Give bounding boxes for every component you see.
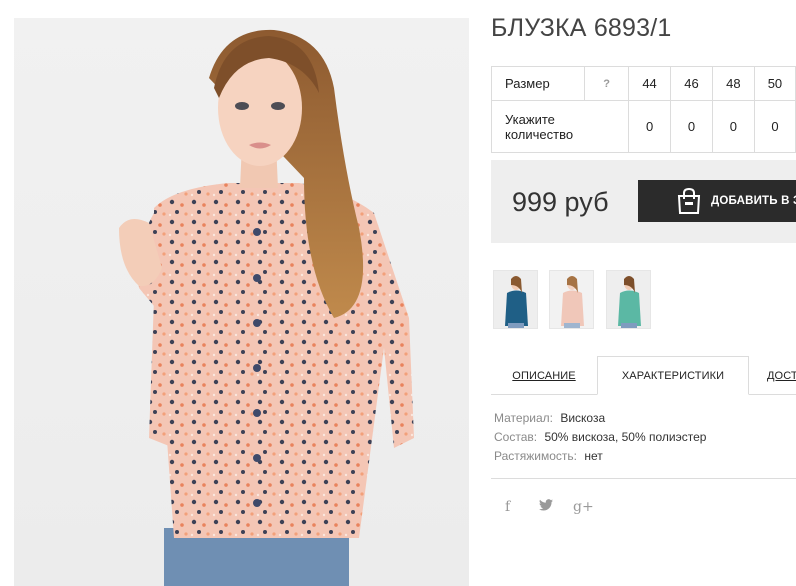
product-title: БЛУЗКА 6893/1 <box>491 14 672 42</box>
tab-characteristics[interactable]: ХАРАКТЕРИСТИКИ <box>597 356 749 395</box>
spec-composition: Состав: 50% вискоза, 50% полиэстер <box>494 430 706 449</box>
spec-value: 50% вискоза, 50% полиэстер <box>544 430 707 444</box>
size-help-icon[interactable]: ? <box>584 66 630 101</box>
thumbnail-mint[interactable] <box>606 270 651 329</box>
add-to-cart-label: ДОБАВИТЬ В ЗА <box>711 195 796 207</box>
size-option-46[interactable]: 46 <box>670 66 713 101</box>
facebook-icon[interactable]: f <box>505 499 539 515</box>
twitter-icon[interactable] <box>539 499 573 515</box>
quantity-input-46[interactable]: 0 <box>670 100 713 153</box>
size-option-50[interactable]: 50 <box>753 66 796 101</box>
googleplus-icon[interactable]: g+ <box>573 499 607 515</box>
product-tabs: ОПИСАНИЕ ХАРАКТЕРИСТИКИ ДОСТ <box>491 356 796 395</box>
spec-key: Состав: <box>494 430 538 444</box>
tab-description[interactable]: ОПИСАНИЕ <box>491 356 597 395</box>
quantity-input-48[interactable]: 0 <box>711 100 755 153</box>
characteristics-list: Материал: Вискоза Состав: 50% вискоза, 5… <box>494 411 706 468</box>
spec-value: Вискоза <box>560 411 606 425</box>
product-main-image[interactable] <box>14 18 469 586</box>
quantity-label-text: Укажите количество <box>505 111 574 142</box>
tab-delivery[interactable]: ДОСТ <box>767 356 796 395</box>
quantity-label: Укажите количество <box>490 100 630 153</box>
size-table: Размер ? 44 46 48 50 Укажите количество … <box>490 66 796 153</box>
size-option-44[interactable]: 44 <box>628 66 672 101</box>
social-share: f g+ <box>505 499 607 515</box>
thumbnail-blue[interactable] <box>493 270 538 329</box>
spec-key: Материал: <box>494 411 553 425</box>
spec-stretch: Растяжимость: нет <box>494 449 706 468</box>
quantity-input-50[interactable]: 0 <box>753 100 796 153</box>
section-divider <box>491 478 796 479</box>
thumbnail-peach[interactable] <box>549 270 594 329</box>
product-price: 999 руб <box>512 187 609 217</box>
add-to-cart-button[interactable]: ДОБАВИТЬ В ЗА <box>638 180 796 222</box>
product-thumbnails <box>493 270 651 329</box>
quantity-input-44[interactable]: 0 <box>628 100 672 153</box>
size-label: Размер <box>490 66 586 101</box>
shopping-bag-icon <box>677 187 701 214</box>
spec-value: нет <box>584 449 603 463</box>
spec-material: Материал: Вискоза <box>494 411 706 430</box>
size-option-48[interactable]: 48 <box>711 66 755 101</box>
price-box: 999 руб ДОБАВИТЬ В ЗА <box>491 160 796 243</box>
spec-key: Растяжимость: <box>494 449 578 463</box>
